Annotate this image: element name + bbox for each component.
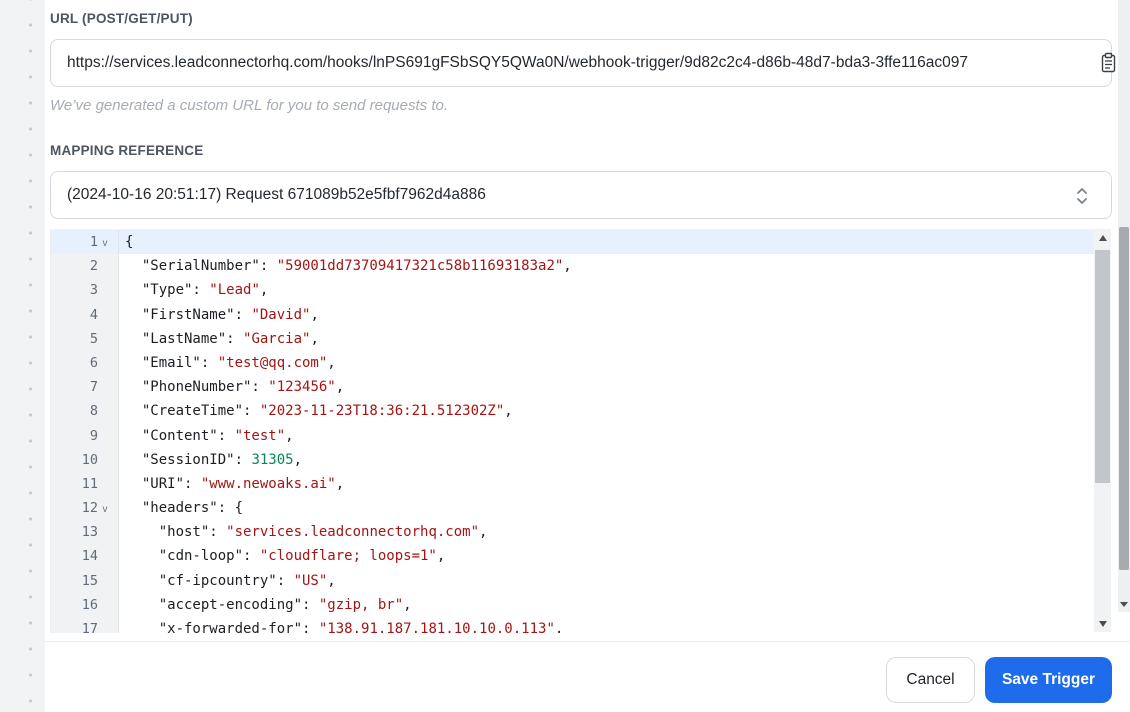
code-line: 2 "SerialNumber": "59001dd73709417321c58…	[51, 254, 1111, 279]
code-line: 12 v "headers": {	[51, 496, 1111, 521]
line-number-gutter: 16	[51, 592, 119, 617]
page-scroll-down-button[interactable]	[1118, 598, 1130, 610]
code-line-content: "PhoneNumber": "123456",	[125, 379, 345, 396]
code-line: 6 "Email": "test@qq.com",	[51, 350, 1111, 376]
page-scrollbar	[1118, 0, 1130, 612]
code-lines: 1 v{2 "SerialNumber": "59001dd73709417321…	[51, 230, 1111, 633]
line-number-gutter: 2	[51, 254, 119, 279]
line-number-gutter: 12 v	[51, 496, 119, 521]
code-line: 4 "FirstName": "David",	[51, 302, 1111, 327]
code-line-content: "cf-ipcountry": "US",	[125, 572, 336, 589]
line-number-gutter: 6	[51, 350, 119, 376]
cancel-button[interactable]: Cancel	[886, 657, 975, 703]
json-code-viewer[interactable]: 1 v{2 "SerialNumber": "59001dd73709417321…	[50, 229, 1111, 633]
editor-scroll-up-button[interactable]	[1094, 230, 1111, 246]
code-line-content: "SessionID": 31305,	[125, 451, 303, 468]
line-number-gutter: 4	[51, 302, 119, 327]
code-line-content: "Email": "test@qq.com",	[125, 354, 336, 371]
code-line-content: "host": "services.leadconnectorhq.com",	[125, 524, 488, 541]
footer-divider	[45, 641, 1130, 642]
line-number-gutter: 1v	[51, 230, 119, 255]
code-line: 16 "accept-encoding": "gzip, br",	[51, 592, 1111, 617]
code-line: 10 "SessionID": 31305,	[51, 447, 1111, 472]
code-line-content: "cdn-loop": "cloudflare; loops=1",	[125, 548, 446, 565]
code-line-content: "accept-encoding": "gzip, br",	[125, 596, 412, 613]
code-line-content: "SerialNumber": "59001dd73709417321c58b1…	[125, 258, 572, 275]
code-line: 7 "PhoneNumber": "123456",	[51, 375, 1111, 400]
dotted-background-strip	[0, 0, 45, 712]
line-number-gutter: 8	[51, 399, 119, 424]
line-number-gutter: 17	[51, 617, 119, 633]
editor-scroll-down-button[interactable]	[1094, 616, 1111, 632]
copy-clipboard-icon[interactable]	[1100, 52, 1118, 74]
code-line-content: "URI": "www.newoaks.ai",	[125, 475, 345, 492]
code-line: 5 "LastName": "Garcia",	[51, 326, 1111, 351]
url-helper-text: We’ve generated a custom URL for you to …	[50, 97, 448, 114]
line-number-gutter: 11	[51, 471, 119, 497]
code-line: 9 "Content": "test",	[51, 423, 1111, 448]
code-line-content: "Content": "test",	[125, 427, 294, 444]
code-line-content: "headers": {	[125, 500, 244, 517]
webhook-url-input[interactable]	[50, 39, 1112, 87]
code-line: 11 "URI": "www.newoaks.ai",	[51, 471, 1111, 497]
code-line-content: {	[119, 230, 1111, 255]
mapping-reference-select[interactable]: (2024-10-16 20:51:17) Request 671089b52e…	[50, 171, 1112, 219]
code-line: 8 "CreateTime": "2023-11-23T18:36:21.512…	[51, 399, 1111, 424]
line-number-gutter: 3	[51, 278, 119, 303]
code-line: 15 "cf-ipcountry": "US",	[51, 568, 1111, 593]
code-line: 3 "Type": "Lead",	[51, 278, 1111, 303]
page-scrollbar-thumb[interactable]	[1119, 227, 1129, 570]
editor-scrollbar	[1094, 230, 1111, 632]
code-line-content: "CreateTime": "2023-11-23T18:36:21.51230…	[125, 403, 513, 420]
line-number-gutter: 14	[51, 544, 119, 569]
select-updown-chevron-icon	[1075, 185, 1089, 212]
url-field-label: URL (POST/GET/PUT)	[50, 11, 193, 26]
line-number-gutter: 7	[51, 375, 119, 400]
line-number-gutter: 5	[51, 326, 119, 351]
code-line: 17 "x-forwarded-for": "138.91.187.181,10…	[51, 617, 1111, 633]
editor-scrollbar-thumb[interactable]	[1095, 250, 1110, 483]
line-number-gutter: 13	[51, 520, 119, 545]
mapping-reference-selected-value: (2024-10-16 20:51:17) Request 671089b52e…	[67, 186, 486, 203]
code-line-content: "x-forwarded-for": "138.91.187.181,10.10…	[125, 621, 564, 633]
fold-caret-icon[interactable]: v	[98, 504, 112, 515]
code-line: 1 v{	[51, 230, 1111, 255]
code-line-content: "FirstName": "David",	[125, 306, 319, 323]
save-trigger-button[interactable]: Save Trigger	[985, 657, 1112, 703]
mapping-reference-label: MAPPING REFERENCE	[50, 143, 204, 158]
line-number-gutter: 15	[51, 568, 119, 593]
code-line: 14 "cdn-loop": "cloudflare; loops=1",	[51, 544, 1111, 569]
fold-caret-icon[interactable]: v	[98, 238, 112, 249]
line-number-gutter: 9	[51, 423, 119, 448]
line-number-gutter: 10	[51, 447, 119, 472]
code-line: 13 "host": "services.leadconnectorhq.com…	[51, 520, 1111, 545]
code-line-content: "LastName": "Garcia",	[125, 330, 319, 347]
code-line-content: "Type": "Lead",	[125, 282, 269, 299]
